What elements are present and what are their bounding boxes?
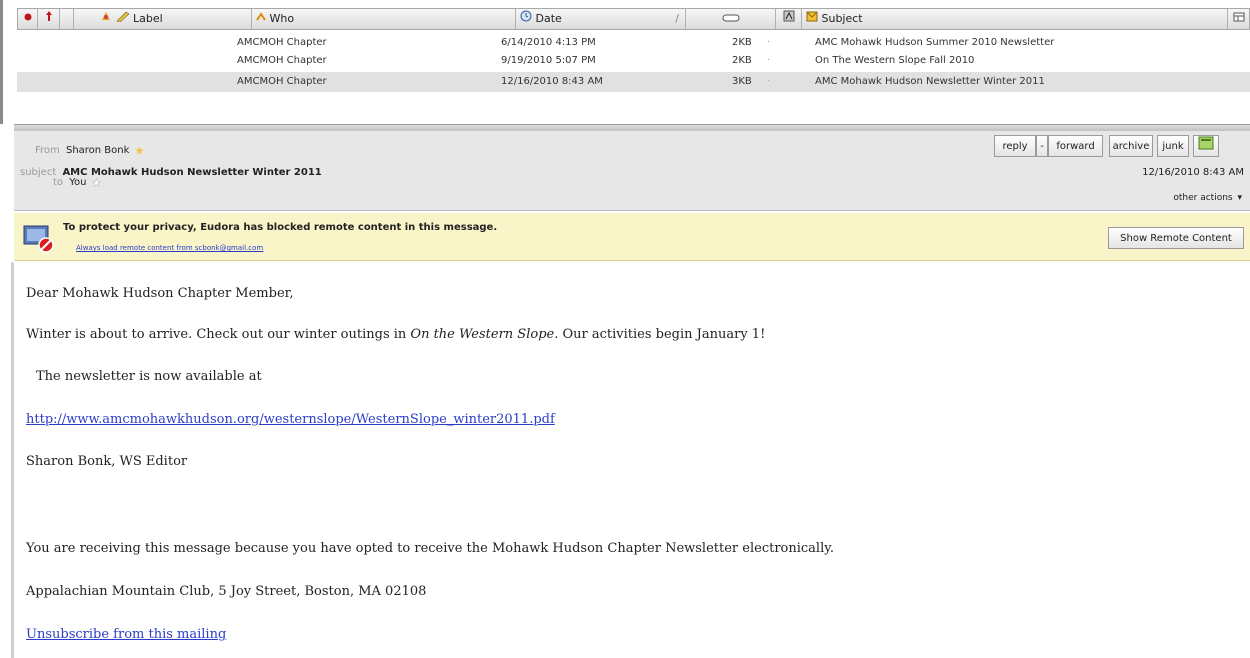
always-load-remote-link[interactable]: Always load remote content from scbonk@g… [76,244,263,252]
row-who: AMCMOH Chapter [237,55,327,66]
server-status-icon [783,9,795,29]
body-paragraph-winter: Winter is about to arrive. Check out our… [26,327,765,342]
row-who: AMCMOH Chapter [237,37,327,48]
row-size: 2KB [732,55,752,66]
column-picker-button[interactable] [1228,9,1249,29]
row-server-dot: · [767,37,771,48]
column-who-text: Who [269,12,295,25]
mood-icon [100,9,112,29]
body-text: Winter is about to arrive. Check out our… [26,327,411,342]
label-icon [115,9,130,29]
column-picker-icon [1233,9,1245,29]
row-who: AMCMOH Chapter [237,76,327,87]
column-label-text: Label [133,12,163,25]
compose-icon [1198,136,1214,159]
message-body: Dear Mohawk Hudson Chapter Member, Winte… [14,262,1250,658]
column-subject-text: Subject [821,12,863,25]
sort-indicator-icon: / [675,12,679,25]
unsubscribe-link[interactable]: Unsubscribe from this mailing [26,627,226,642]
row-subject: On The Western Slope Fall 2010 [815,55,975,66]
archive-button[interactable]: archive [1109,135,1153,157]
body-signature: Sharon Bonk, WS Editor [26,454,188,469]
body-greeting: Dear Mohawk Hudson Chapter Member, [26,286,294,301]
reply-button[interactable]: reply [994,135,1036,157]
column-header-read[interactable] [18,9,38,29]
from-label: From [35,145,60,156]
column-date-text: Date [535,12,562,25]
column-header-priority[interactable] [38,9,60,29]
priority-icon [44,9,54,29]
message-date: 12/16/2010 8:43 AM [1142,167,1244,178]
row-date: 6/14/2010 4:13 PM [501,37,596,48]
body-opt-in-notice: You are receiving this message because y… [26,541,834,556]
show-remote-content-button[interactable]: Show Remote Content [1108,227,1244,249]
sender-star-icon[interactable] [135,146,144,155]
row-server-dot: · [767,55,771,66]
compose-button[interactable] [1193,135,1219,157]
privacy-notice-bar: To protect your privacy, Eudora has bloc… [14,213,1250,261]
other-actions-label: other actions [1173,193,1233,203]
to-recipient[interactable]: You [69,177,86,188]
subject-icon [806,9,818,29]
message-list: Label Who Date / Subject AMCMOH Chapter … [0,0,1250,124]
other-actions-menu[interactable]: other actions ▾ [1173,193,1242,203]
body-text: . Our activities begin January 1! [554,327,766,342]
to-label: to [53,177,64,188]
blocked-content-icon [22,221,54,256]
column-header-subject[interactable]: Subject [802,9,1228,29]
message-row[interactable]: AMCMOH Chapter 9/19/2010 5:07 PM 2KB · O… [17,52,1250,70]
body-newsletter-link-line: http://www.amcmohawkhudson.org/westernsl… [26,412,555,427]
chevron-down-icon: ▾ [1237,193,1242,203]
from-line: From Sharon Bonk [35,145,144,156]
column-header-label[interactable]: Label [74,9,252,29]
column-header-bar: Label Who Date / Subject [17,8,1250,30]
reply-dropdown-icon: - [1040,141,1044,152]
body-address: Appalachian Mountain Club, 5 Joy Street,… [26,584,427,599]
row-subject: AMC Mohawk Hudson Summer 2010 Newsletter [815,37,1055,48]
column-header-attachment[interactable] [60,9,74,29]
column-header-who[interactable]: Who [252,9,516,29]
forward-button[interactable]: forward [1048,135,1103,157]
from-sender[interactable]: Sharon Bonk [66,145,129,156]
row-subject: AMC Mohawk Hudson Newsletter Winter 2011 [815,76,1045,87]
row-server-dot: · [767,76,771,87]
message-header: From Sharon Bonk subject AMC Mohawk Huds… [14,131,1250,211]
message-row[interactable]: AMCMOH Chapter 6/14/2010 4:13 PM 2KB · A… [17,34,1250,52]
subject-label: subject [20,167,57,178]
row-date: 12/16/2010 8:43 AM [501,76,603,87]
recipient-star-icon[interactable] [91,177,102,187]
newsletter-pdf-link[interactable]: http://www.amcmohawkhudson.org/westernsl… [26,412,555,427]
column-header-size[interactable] [686,9,776,29]
who-icon [256,9,266,29]
body-unsubscribe-line: Unsubscribe from this mailing [26,627,226,642]
size-icon [722,9,740,29]
reply-dropdown-button[interactable]: - [1036,135,1048,157]
column-header-date[interactable]: Date / [516,9,686,29]
junk-button[interactable]: junk [1157,135,1189,157]
body-paragraph-available: The newsletter is now available at [36,369,262,384]
message-subject: AMC Mohawk Hudson Newsletter Winter 2011 [62,167,322,178]
column-header-server-status[interactable] [776,9,802,29]
read-status-icon [23,9,33,29]
privacy-message: To protect your privacy, Eudora has bloc… [63,222,498,233]
clock-icon [520,9,532,29]
to-line: to You [53,177,102,188]
body-emphasis: On the Western Slope [410,327,555,342]
message-row-selected[interactable]: AMCMOH Chapter 12/16/2010 8:43 AM 3KB · … [17,72,1250,92]
row-date: 9/19/2010 5:07 PM [501,55,596,66]
row-size: 2KB [732,37,752,48]
row-size: 3KB [732,76,752,87]
